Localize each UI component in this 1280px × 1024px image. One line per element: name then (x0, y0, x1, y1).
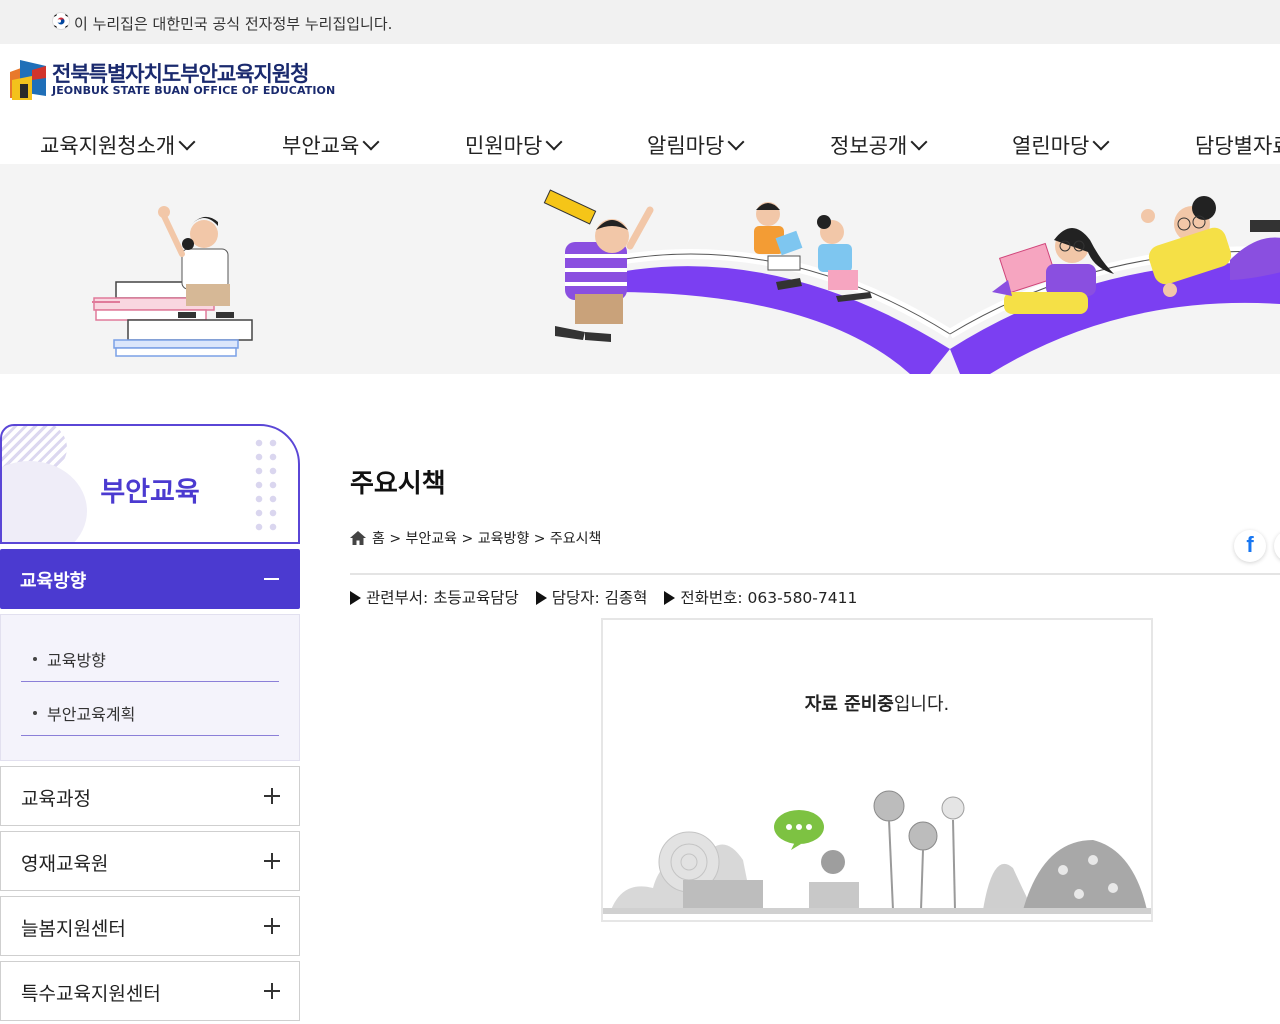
contact-info: 관련부서: 초등교육담당 담당자: 김종혁 전화번호: 063-580-7411 (350, 586, 857, 608)
breadcrumb-separator: > (533, 531, 546, 547)
site-logo[interactable]: 전북특별자치도부안교육지원청 JEONBUK STATE BUAN OFFICE… (8, 58, 335, 102)
triangle-bullet-icon (664, 591, 676, 605)
sidebar-item-special-edu-center[interactable]: 특수교육지원센터 (0, 961, 300, 1021)
boy-with-pencil-illustration (543, 189, 654, 342)
gov-banner: 이 누리집은 대한민국 공식 전자정부 누리집입니다. (0, 0, 1280, 44)
breadcrumb-current: 주요시책 (549, 531, 602, 547)
nav-item-notice[interactable]: 알림마당 (647, 130, 745, 160)
breadcrumb-level2[interactable]: 교육방향 (478, 531, 530, 547)
home-icon[interactable] (350, 531, 366, 545)
sidebar-item-neulbom-center[interactable]: 늘봄지원센터 (0, 896, 300, 956)
sidebar-item-label: 특수교육지원센터 (21, 983, 161, 1005)
submenu-item-edu-direction[interactable]: 교육방향 (21, 637, 279, 682)
korean-flag-icon (52, 12, 70, 30)
plus-icon (271, 853, 273, 869)
plus-icon (271, 918, 273, 934)
nav-item-info-open[interactable]: 정보공개 (830, 130, 928, 160)
nav-item-dept-data[interactable]: 담당별자료 (1195, 130, 1280, 160)
bullet-icon (33, 711, 37, 715)
sidebar-submenu: 교육방향 부안교육계획 (0, 614, 300, 761)
gov-banner-text: 이 누리집은 대한민국 공식 전자정부 누리집입니다. (74, 15, 393, 33)
share-button[interactable] (1274, 530, 1280, 562)
nav-item-label: 열린마당 (1012, 134, 1090, 158)
chevron-down-icon (545, 133, 563, 151)
breadcrumb-separator: > (461, 531, 474, 547)
breadcrumb: 홈 > 부안교육 > 교육방향 > 주요시책 (350, 528, 601, 548)
nav-item-label: 부안교육 (282, 134, 360, 158)
sidebar-title: 부안교육 (100, 477, 200, 508)
info-manager: 담당자: 김종혁 (551, 589, 648, 607)
sidebar-title-box: 부안교육 (0, 424, 300, 544)
main-nav: 교육지원청소개 부안교육 민원마당 알림마당 정보공개 열린마당 담당별자료 (0, 120, 1280, 164)
chevron-down-icon (1092, 133, 1110, 151)
chevron-down-icon (910, 133, 928, 151)
submenu-item-edu-plan[interactable]: 부안교육계획 (21, 691, 279, 736)
sidebar-item-active[interactable]: 교육방향 (0, 549, 300, 609)
sidebar-item-label: 영재교육원 (21, 853, 109, 875)
hero-banner (0, 164, 1280, 374)
nav-item-label: 민원마당 (465, 134, 543, 158)
chevron-down-icon (362, 133, 380, 151)
logo-name-en: JEONBUK STATE BUAN OFFICE OF EDUCATION (52, 84, 336, 97)
nav-item-label: 정보공개 (830, 134, 908, 158)
chevron-down-icon (727, 133, 745, 151)
preparing-message-rest: 입니다. (893, 694, 950, 715)
breadcrumb-level1[interactable]: 부안교육 (406, 531, 458, 547)
bullet-icon (33, 657, 37, 661)
facebook-icon: f (1246, 532, 1254, 557)
garden-illustration (603, 790, 1151, 914)
submenu-item-label: 교육방향 (47, 651, 106, 670)
preparing-message-bold: 자료 준비중 (804, 694, 894, 715)
plus-icon (271, 788, 273, 804)
nav-item-label: 알림마당 (647, 134, 725, 158)
nav-item-label: 교육지원청소개 (40, 134, 176, 158)
chevron-down-icon (178, 133, 196, 151)
hero-illustration (92, 189, 1280, 374)
nav-item-label: 담당별자료 (1195, 134, 1280, 158)
submenu-item-label: 부안교육계획 (47, 705, 136, 724)
sidebar-item-curriculum[interactable]: 교육과정 (0, 766, 300, 826)
sidebar-item-label: 교육과정 (21, 788, 91, 810)
logo-emblem-icon (10, 60, 46, 100)
sidebar-item-gifted-edu[interactable]: 영재교육원 (0, 831, 300, 891)
page-title: 주요시책 (350, 469, 446, 499)
triangle-bullet-icon (535, 591, 547, 605)
sidebar-item-label: 교육방향 (20, 571, 87, 592)
plus-icon (271, 983, 273, 999)
breadcrumb-separator: > (389, 531, 402, 547)
info-phone: 전화번호: 063-580-7411 (680, 589, 858, 607)
nav-item-open-forum[interactable]: 열린마당 (1012, 130, 1110, 160)
facebook-share-button[interactable]: f (1234, 530, 1266, 562)
nav-item-intro[interactable]: 교육지원청소개 (40, 130, 196, 160)
triangle-bullet-icon (350, 591, 361, 605)
info-dept: 관련부서: 초등교육담당 (366, 589, 519, 607)
breadcrumb-home[interactable]: 홈 (372, 531, 385, 547)
nav-item-civil[interactable]: 민원마당 (465, 130, 563, 160)
preparing-message: 자료 준비중입니다. (603, 690, 1151, 716)
nav-item-buan-edu[interactable]: 부안교육 (282, 130, 380, 160)
minus-icon[interactable] (264, 578, 279, 580)
preparing-notice: 자료 준비중입니다. (601, 618, 1153, 922)
divider (350, 573, 1280, 575)
sidebar-item-label: 늘봄지원센터 (21, 918, 126, 940)
